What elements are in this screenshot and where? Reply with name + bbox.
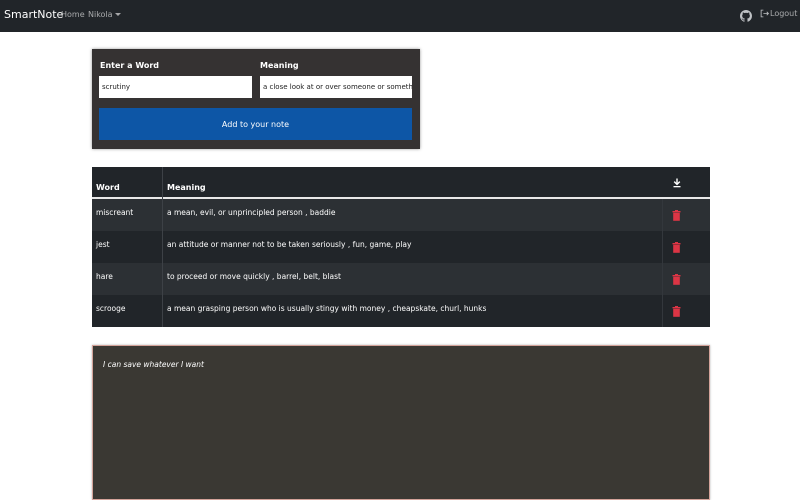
table-row: hare to proceed or move quickly , barrel… — [92, 263, 710, 295]
header-word: Word — [96, 183, 120, 192]
user-dropdown[interactable]: Nikola — [88, 10, 121, 19]
chevron-down-icon — [114, 13, 121, 16]
nav-home-link[interactable]: Home — [61, 10, 85, 19]
trash-icon[interactable] — [672, 274, 681, 285]
brand-link[interactable]: SmartNote — [4, 8, 63, 21]
meaning-label: Meaning — [260, 61, 299, 70]
cell-meaning: a mean grasping person who is usually st… — [167, 304, 487, 313]
notepad-text: I can save whatever I want — [103, 360, 204, 369]
table-row: miscreant a mean, evil, or unprincipled … — [92, 199, 710, 231]
notepad-textarea[interactable]: I can save whatever I want — [92, 345, 710, 500]
logout-label: Logout — [770, 9, 798, 18]
logout-button[interactable]: Logout — [760, 9, 797, 18]
logout-icon — [760, 9, 769, 18]
trash-icon[interactable] — [672, 306, 681, 317]
user-dropdown-label: Nikola — [88, 10, 113, 19]
words-table: Word Meaning miscreant a mean, evil, or … — [92, 167, 710, 327]
column-divider — [162, 167, 163, 327]
cell-meaning: an attitude or manner not to be taken se… — [167, 240, 412, 249]
add-to-note-button[interactable]: Add to your note — [99, 108, 412, 140]
add-word-form: Enter a Word Meaning scrutiny a close lo… — [92, 49, 420, 149]
cell-word: miscreant — [96, 208, 134, 217]
header-meaning: Meaning — [167, 183, 206, 192]
table-row: scrooge a mean grasping person who is us… — [92, 295, 710, 327]
trash-icon[interactable] — [672, 210, 681, 221]
github-icon[interactable] — [740, 10, 752, 22]
cell-word: hare — [96, 272, 113, 281]
cell-word: scrooge — [96, 304, 126, 313]
add-to-note-label: Add to your note — [221, 119, 290, 129]
column-divider — [662, 199, 663, 327]
word-input[interactable]: scrutiny — [99, 76, 252, 98]
table-header: Word Meaning — [92, 167, 710, 199]
meaning-input[interactable]: a close look at or over someone or somet… — [260, 76, 412, 98]
cell-word: jest — [96, 240, 110, 249]
word-label: Enter a Word — [100, 61, 160, 70]
table-row: jest an attitude or manner not to be tak… — [92, 231, 710, 263]
navbar: SmartNote Home Nikola Logout — [0, 0, 800, 32]
trash-icon[interactable] — [672, 242, 681, 253]
download-icon[interactable] — [672, 178, 682, 188]
cell-meaning: to proceed or move quickly , barrel, bel… — [167, 272, 341, 281]
cell-meaning: a mean, evil, or unprincipled person , b… — [167, 208, 336, 217]
